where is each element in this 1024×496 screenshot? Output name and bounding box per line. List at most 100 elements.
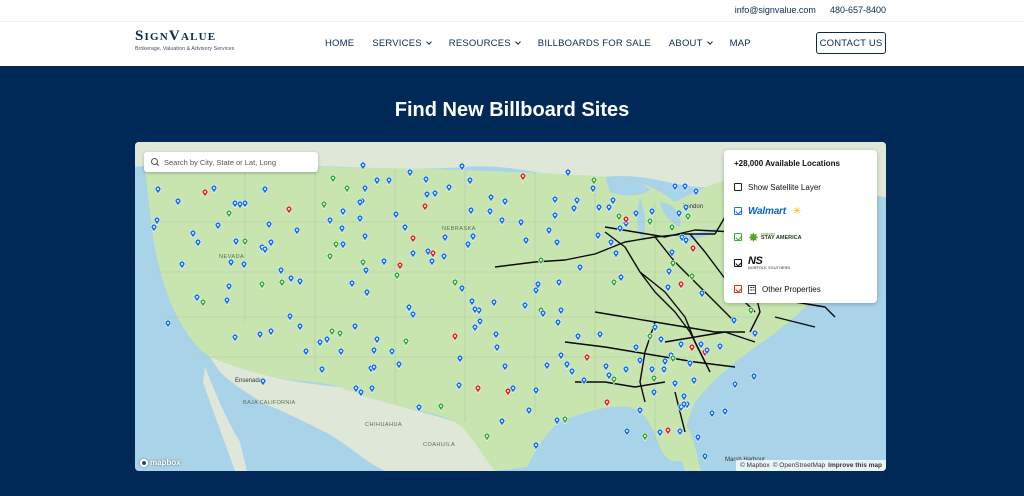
walmart-pin-icon[interactable] [402, 224, 408, 232]
nav-services[interactable]: SERVICES [372, 38, 432, 49]
walmart-pin-icon[interactable] [357, 215, 363, 223]
extended-stay-pin-icon[interactable] [279, 279, 285, 287]
walmart-pin-icon[interactable] [374, 336, 380, 344]
extended-stay-pin-icon[interactable] [438, 403, 444, 411]
walmart-pin-icon[interactable] [565, 169, 571, 177]
walmart-pin-icon[interactable] [603, 363, 609, 371]
walmart-pin-icon[interactable] [446, 184, 452, 192]
walmart-pin-icon[interactable] [494, 344, 500, 352]
other-property-pin-icon[interactable] [584, 354, 590, 362]
walmart-pin-icon[interactable] [228, 259, 234, 267]
walmart-pin-icon[interactable] [666, 268, 672, 276]
walmart-pin-icon[interactable] [544, 362, 550, 370]
walmart-pin-icon[interactable] [502, 363, 508, 371]
walmart-pin-icon[interactable] [499, 217, 505, 225]
contact-us-button[interactable]: CONTACT US [816, 32, 886, 54]
walmart-pin-icon[interactable] [682, 183, 688, 191]
walmart-pin-icon[interactable] [371, 364, 377, 372]
walmart-pin-icon[interactable] [371, 347, 377, 355]
walmart-pin-icon[interactable] [357, 199, 363, 207]
other-property-pin-icon[interactable] [689, 344, 695, 352]
walmart-pin-icon[interactable] [432, 190, 438, 198]
walmart-pin-icon[interactable] [661, 366, 667, 374]
extended-stay-pin-icon[interactable] [647, 218, 653, 226]
walmart-pin-icon[interactable] [262, 246, 268, 254]
walmart-pin-icon[interactable] [288, 275, 294, 283]
walmart-pin-icon[interactable] [523, 237, 529, 245]
extended-stay-pin-icon[interactable] [327, 253, 333, 261]
walmart-pin-icon[interactable] [665, 284, 671, 292]
walmart-pin-icon[interactable] [155, 186, 161, 194]
walmart-pin-icon[interactable] [624, 428, 630, 436]
extended-stay-pin-icon[interactable] [611, 279, 617, 287]
walmart-pin-icon[interactable] [324, 336, 330, 344]
walmart-pin-icon[interactable] [257, 331, 263, 339]
walmart-pin-icon[interactable] [226, 283, 232, 291]
walmart-pin-icon[interactable] [429, 258, 435, 266]
walmart-pin-icon[interactable] [232, 334, 238, 342]
extended-stay-pin-icon[interactable] [689, 273, 695, 281]
walmart-pin-icon[interactable] [441, 253, 447, 261]
walmart-pin-icon[interactable] [681, 401, 687, 409]
walmart-pin-icon[interactable] [349, 280, 355, 288]
walmart-pin-icon[interactable] [195, 239, 201, 247]
walmart-pin-icon[interactable] [499, 418, 505, 426]
walmart-pin-icon[interactable] [558, 307, 564, 315]
walmart-pin-icon[interactable] [522, 302, 528, 310]
walmart-pin-icon[interactable] [693, 188, 699, 196]
walmart-pin-icon[interactable] [558, 352, 564, 360]
walmart-pin-icon[interactable] [362, 233, 368, 241]
walmart-pin-icon[interactable] [637, 357, 643, 365]
walmart-pin-icon[interactable] [540, 310, 546, 318]
walmart-pin-icon[interactable] [556, 279, 562, 287]
extended-stay-pin-icon[interactable] [562, 416, 568, 424]
walmart-pin-icon[interactable] [575, 333, 581, 341]
walmart-pin-icon[interactable] [224, 297, 230, 305]
walmart-pin-icon[interactable] [554, 417, 560, 425]
walmart-pin-icon[interactable] [215, 222, 221, 230]
walmart-pin-icon[interactable] [606, 204, 612, 212]
walmart-pin-icon[interactable] [577, 264, 583, 272]
other-property-pin-icon[interactable] [410, 235, 416, 243]
walmart-pin-icon[interactable] [493, 331, 499, 339]
map-search-input[interactable] [164, 157, 314, 167]
walmart-pin-icon[interactable] [358, 389, 364, 397]
walmart-pin-icon[interactable] [424, 191, 430, 199]
nav-resources[interactable]: RESOURCES [449, 38, 521, 49]
walmart-pin-icon[interactable] [569, 368, 575, 376]
nav-billboards-for-sale[interactable]: BILLBOARDS FOR SALE [538, 38, 651, 49]
layer-norfolk-southern[interactable]: NS NORFOLK SOUTHERN [734, 255, 867, 270]
walmart-pin-icon[interactable] [457, 355, 463, 363]
walmart-pin-icon[interactable] [590, 185, 596, 193]
walmart-pin-icon[interactable] [699, 290, 705, 298]
walmart-pin-icon[interactable] [633, 344, 639, 352]
walmart-pin-icon[interactable] [340, 241, 346, 249]
walmart-pin-icon[interactable] [211, 185, 217, 193]
walmart-pin-icon[interactable] [488, 194, 494, 202]
walmart-pin-icon[interactable] [606, 372, 612, 380]
walmart-pin-icon[interactable] [278, 267, 284, 275]
walmart-pin-icon[interactable] [423, 176, 429, 184]
walmart-pin-icon[interactable] [678, 341, 684, 349]
extended-stay-pin-icon[interactable] [330, 175, 336, 183]
walmart-pin-icon[interactable] [581, 377, 587, 385]
walmart-pin-icon[interactable] [595, 232, 601, 240]
other-property-pin-icon[interactable] [604, 399, 610, 407]
walmart-pin-icon[interactable] [233, 238, 239, 246]
other-property-pin-icon[interactable] [678, 281, 684, 289]
walmart-pin-icon[interactable] [363, 267, 369, 275]
walmart-pin-icon[interactable] [442, 234, 448, 242]
walmart-pin-icon[interactable] [410, 311, 416, 319]
walmart-pin-icon[interactable] [389, 348, 395, 356]
walmart-pin-icon[interactable] [751, 373, 757, 381]
other-property-pin-icon[interactable] [430, 250, 436, 258]
walmart-pin-icon[interactable] [510, 385, 516, 393]
other-properties-checkbox[interactable] [734, 285, 742, 293]
walmart-pin-icon[interactable] [362, 185, 368, 193]
nav-home[interactable]: HOME [325, 38, 354, 49]
extended-stay-checkbox[interactable] [734, 233, 742, 241]
extended-stay-pin-icon[interactable] [333, 241, 339, 249]
walmart-pin-icon[interactable] [564, 361, 570, 369]
improve-map-link[interactable]: Improve this map [828, 462, 882, 469]
other-property-pin-icon[interactable] [520, 173, 526, 181]
